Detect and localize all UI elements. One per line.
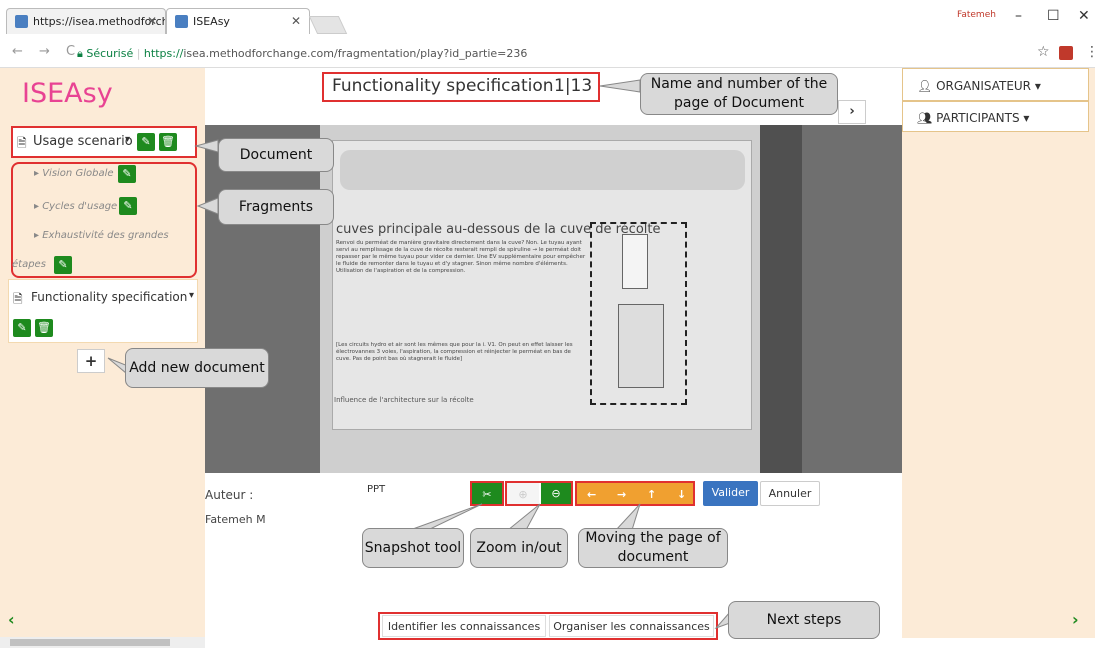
star-icon[interactable]: ☆ (1037, 44, 1050, 60)
favicon-icon (175, 15, 188, 28)
fragment-item-cont[interactable]: étapes (12, 259, 46, 270)
document-item-functionality-spec[interactable]: 🗎 Functionality specification ▾ ✎ 🗑 (8, 279, 198, 343)
browser-tab-active[interactable]: ISEAsy ✕ (166, 8, 310, 34)
fragment-label: Vision Globale (42, 168, 114, 179)
fragment-label: Cycles d'usage (42, 201, 118, 212)
snapshot-selection[interactable] (590, 222, 687, 405)
author-name: Fatemeh M (205, 513, 266, 526)
url-text: isea.methodforchange.com/fragmentation/p… (183, 47, 528, 60)
callout-document: Document (218, 138, 334, 172)
page-title: Functionality specification 1|13 (322, 72, 600, 102)
callout-zoom: Zoom in/out (470, 528, 568, 568)
zoom-in-button[interactable]: ⊕ (507, 483, 539, 504)
arrow-down-icon[interactable]: ↓ (677, 483, 686, 506)
app-logo: ISEAsy (22, 78, 113, 109)
callout-next-steps: Next steps (728, 601, 880, 639)
add-document-button[interactable]: + (77, 349, 105, 373)
participants-dropdown[interactable]: 👥︎ PARTICIPANTS ▾ (902, 101, 1089, 132)
move-page-group: ← → ↑ ↓ (575, 481, 695, 506)
validate-button[interactable]: Valider (703, 481, 758, 506)
delete-button[interactable]: 🗑 (35, 319, 53, 337)
document-title: Functionality specification (332, 76, 554, 96)
slide-caption: Influence de l'architecture sur la récol… (334, 396, 474, 404)
document-icon: 🗎 (13, 292, 23, 306)
edit-button[interactable]: ✎ (54, 256, 72, 274)
file-type: PPT (367, 484, 386, 495)
caret-down-icon[interactable]: ▾ (189, 290, 194, 301)
tank-diagram-top (622, 234, 648, 289)
browser-tab[interactable]: https://isea.methodforch ✕ (6, 8, 166, 34)
identify-knowledge-button[interactable]: Identifier les connaissances (382, 615, 546, 637)
extension-icon[interactable] (1059, 46, 1073, 60)
organize-knowledge-button[interactable]: Organiser les connaissances (549, 615, 714, 637)
fragment-item[interactable]: ▸ Vision Globale (34, 168, 114, 179)
document-label[interactable]: Usage scenario (33, 134, 133, 149)
next-page-button[interactable]: › (838, 100, 866, 124)
document-label[interactable]: Functionality specification (31, 290, 187, 304)
delete-button[interactable]: 🗑 (159, 133, 177, 151)
fragment-item[interactable]: ▸ Cycles d'usage (34, 201, 117, 212)
url-scheme: https:// (143, 47, 184, 60)
url-field[interactable]: 🔒︎ Sécurisé | https://isea.methodforchan… (77, 47, 527, 61)
slide-header-bar (340, 150, 745, 190)
zoom-out-button[interactable]: ⊖ (541, 483, 571, 504)
close-icon[interactable]: ✕ (147, 14, 157, 28)
favicon-icon (15, 15, 28, 28)
collapse-left-icon[interactable]: ‹ (8, 610, 15, 629)
users-icon: 👥︎ (917, 111, 933, 125)
document-item-usage-scenario[interactable]: 🗎 Usage scenario ▾ ✎ 🗑 (11, 126, 197, 158)
participants-label: PARTICIPANTS (936, 111, 1020, 125)
slide-text: Renvoi du perméat de manière gravitaire … (336, 240, 586, 274)
minimize-icon[interactable]: – (1015, 8, 1022, 24)
slide-text-2: [Les circuits hydro et air sont les même… (336, 342, 573, 362)
nav-buttons[interactable]: ← → C (12, 44, 81, 59)
edit-button[interactable]: ✎ (13, 319, 31, 337)
cancel-button[interactable]: Annuler (760, 481, 820, 506)
user-icon: 👤︎ (917, 79, 933, 93)
scrollbar-thumb[interactable] (10, 639, 170, 646)
snapshot-button[interactable]: ✂ (470, 481, 504, 506)
callout-moving: Moving the page of document (578, 528, 728, 568)
close-icon[interactable]: ✕ (291, 14, 301, 28)
callout-snapshot: Snapshot tool (362, 528, 464, 568)
arrow-left-icon[interactable]: ← (587, 483, 596, 506)
tank-diagram-bottom (618, 304, 664, 388)
edit-button[interactable]: ✎ (137, 133, 155, 151)
arrow-right-icon[interactable]: → (617, 483, 626, 506)
document-icon: 🗎 (17, 136, 27, 150)
lock-icon: 🔒︎ (77, 47, 83, 60)
edit-button[interactable]: ✎ (119, 197, 137, 215)
right-sidebar (902, 68, 1095, 638)
maximize-icon[interactable]: ☐ (1047, 8, 1060, 24)
callout-add-new-document: Add new document (125, 348, 269, 388)
tab-title: ISEAsy (193, 15, 230, 28)
organisateur-label: ORGANISATEUR (936, 79, 1032, 93)
caret-down-icon[interactable]: ▾ (125, 134, 130, 145)
close-window-icon[interactable]: ✕ (1078, 8, 1090, 24)
fragment-label: Exhaustivité des grandes (42, 230, 169, 241)
secure-label: Sécurisé (86, 47, 134, 60)
callout-name-number: Name and number of the page of Document (640, 73, 838, 115)
viewer-shadow (760, 125, 802, 473)
fragment-item[interactable]: ▸ Exhaustivité des grandes (34, 230, 169, 241)
organisateur-dropdown[interactable]: 👤︎ ORGANISATEUR ▾ (902, 68, 1089, 101)
expand-right-icon[interactable]: › (1072, 610, 1079, 629)
arrow-up-icon[interactable]: ↑ (647, 483, 656, 506)
menu-dots-icon[interactable]: ⋮ (1085, 44, 1095, 60)
page-counter: 1|13 (554, 76, 593, 96)
callout-fragments: Fragments (218, 189, 334, 225)
author-label: Auteur : (205, 488, 254, 502)
browser-user[interactable]: Fatemeh (957, 10, 996, 20)
edit-button[interactable]: ✎ (118, 165, 136, 183)
